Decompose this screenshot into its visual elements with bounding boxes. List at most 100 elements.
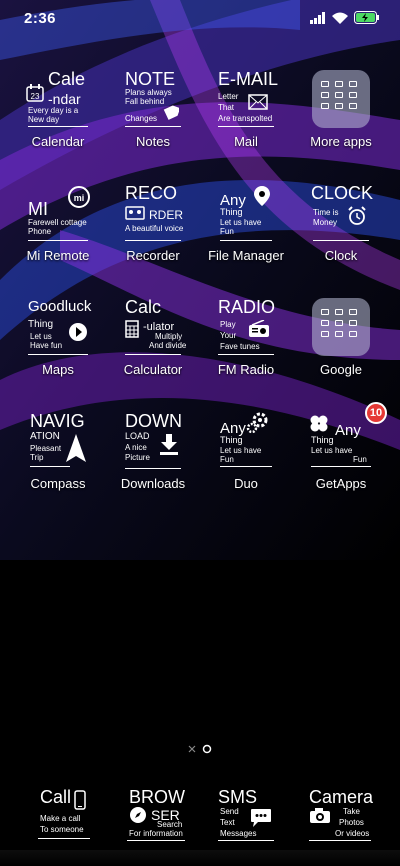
tile-title: Calc <box>125 297 162 317</box>
cassette-icon <box>125 206 145 220</box>
tile-title: Goodluck <box>28 298 92 315</box>
tile-line: A nice <box>125 443 147 452</box>
tile-title: Camera <box>309 787 374 807</box>
tile-line: Make a call <box>40 814 81 823</box>
status-bar: 2:36 <box>0 0 400 36</box>
tile-line: A beautiful voice <box>125 224 184 233</box>
wifi-icon <box>332 12 348 24</box>
tile-line: Your <box>220 331 237 340</box>
navigation-arrow-icon <box>66 434 86 462</box>
play-circle-icon <box>69 323 87 341</box>
app-clock[interactable]: CLOCK Time is Money Clock <box>293 184 389 294</box>
svg-text:23: 23 <box>31 92 40 101</box>
phone-icon <box>74 790 86 810</box>
tile-line: Send <box>220 807 239 816</box>
app-calendar[interactable]: Cale 23 -ndar Every day is a New day Cal… <box>10 70 106 180</box>
envelope-icon <box>248 94 268 110</box>
tile-line: Let us have <box>220 446 262 455</box>
radio-icon <box>249 320 269 337</box>
tile-line: Fun <box>353 455 367 464</box>
tile-line: To someone <box>40 825 84 834</box>
tile-line: Thing <box>28 319 54 330</box>
tile-line: Every day is a <box>28 106 79 115</box>
app-label: Mail <box>234 134 258 149</box>
signal-icon <box>310 11 325 24</box>
tile-line: For information <box>129 829 183 838</box>
app-recorder[interactable]: RECO RDER A beautiful voice Recorder <box>105 184 201 294</box>
camera-icon <box>310 808 330 823</box>
page-indicator[interactable] <box>188 744 212 754</box>
app-label: More apps <box>310 134 372 149</box>
clover-icon <box>310 415 328 432</box>
tile-title: RECO <box>125 183 178 203</box>
app-maps[interactable]: Goodluck Thing Let us Have fun Maps <box>10 298 106 408</box>
tile-line: Phone <box>28 227 52 236</box>
tile-title: Call <box>40 787 72 807</box>
tile-line: Search <box>157 820 183 829</box>
tile-line: Time is <box>313 208 339 217</box>
page-dot-icon <box>202 744 212 754</box>
app-downloads[interactable]: DOWN LOAD A nice Picture Downloads <box>105 412 201 522</box>
app-label: GetApps <box>315 476 367 491</box>
tile-line: Let us have <box>311 446 353 455</box>
tile-line: Fall behind <box>125 97 165 106</box>
tile-line: Fun <box>220 227 234 236</box>
battery-charging-icon <box>354 11 379 24</box>
app-label: Mi Remote <box>26 248 90 263</box>
tile-title: DOWN <box>125 411 182 431</box>
app-label: FM Radio <box>217 362 275 377</box>
tile-title: BROW <box>129 787 185 807</box>
mi-logo-icon: mi <box>68 186 90 208</box>
app-notes[interactable]: NOTE Plans always Fall behind Changes No… <box>105 70 201 180</box>
app-mail[interactable]: E-MAIL Letter That Are transpolted Mail <box>198 70 294 180</box>
tile-line: Picture <box>125 453 150 462</box>
app-duo[interactable]: Any Thing Let us have Fun Duo <box>198 412 294 522</box>
folder-more-apps[interactable]: More apps <box>293 70 389 180</box>
download-icon <box>160 434 178 455</box>
tile-title: MI <box>28 199 48 219</box>
alarm-clock-icon <box>348 206 366 225</box>
tile-line: LOAD <box>125 431 150 441</box>
tile-line: Fave tunes <box>220 342 260 351</box>
app-label: Duo <box>234 476 258 491</box>
tile-line: Changes <box>125 114 158 123</box>
calculator-icon <box>125 320 139 338</box>
tile-title: Any <box>335 422 361 439</box>
close-icon <box>188 745 196 753</box>
tile-line: Money <box>313 218 338 227</box>
app-fm-radio[interactable]: RADIO Play Your Fave tunes FM Radio <box>198 298 294 408</box>
tile-title-2: RDER <box>149 208 184 222</box>
tile-line: Text <box>220 818 235 827</box>
tile-line: New day <box>28 115 60 124</box>
notification-badge: 10 <box>365 402 387 424</box>
app-label: Google <box>320 362 362 377</box>
tile-line: And divide <box>149 341 187 350</box>
app-file-manager[interactable]: Any Thing Let us have Fun File Manager <box>198 184 294 294</box>
tile-line: Multiply <box>155 332 183 341</box>
folder-icon <box>312 298 370 356</box>
tile-line: Pleasant <box>30 444 62 453</box>
tile-line: Let us <box>30 332 52 341</box>
tile-line: Or videos <box>335 829 370 838</box>
tile-line: Photos <box>339 818 364 827</box>
tile-title: NAVIG <box>30 411 85 431</box>
tile-line: Take <box>343 807 360 816</box>
compass-icon <box>130 807 146 823</box>
tile-line: Fun <box>220 455 234 464</box>
folder-google[interactable]: Google <box>293 298 389 408</box>
app-calculator[interactable]: Calc -ulator Multiply And divide Calcula… <box>105 298 201 408</box>
app-compass[interactable]: NAVIG ATION Pleasant Trip Compass <box>10 412 106 522</box>
location-pin-icon <box>254 186 270 206</box>
app-getapps[interactable]: Any Thing Let us have Fun 10 GetApps <box>293 402 389 522</box>
tag-icon <box>163 105 179 120</box>
app-label: Recorder <box>126 248 180 263</box>
tile-title: CLOCK <box>311 183 374 203</box>
tile-title: E-MAIL <box>218 69 279 89</box>
tile-line: Thing <box>220 207 243 217</box>
tile-line: ATION <box>30 431 60 442</box>
tile-line: Thing <box>311 435 334 445</box>
app-mi-remote[interactable]: MI mi Farewell cottage Phone Mi Remote <box>10 184 106 294</box>
tile-line: Are transpolted <box>218 114 273 123</box>
tile-line: That <box>218 103 235 112</box>
tile-line: Farewell cottage <box>28 218 87 227</box>
